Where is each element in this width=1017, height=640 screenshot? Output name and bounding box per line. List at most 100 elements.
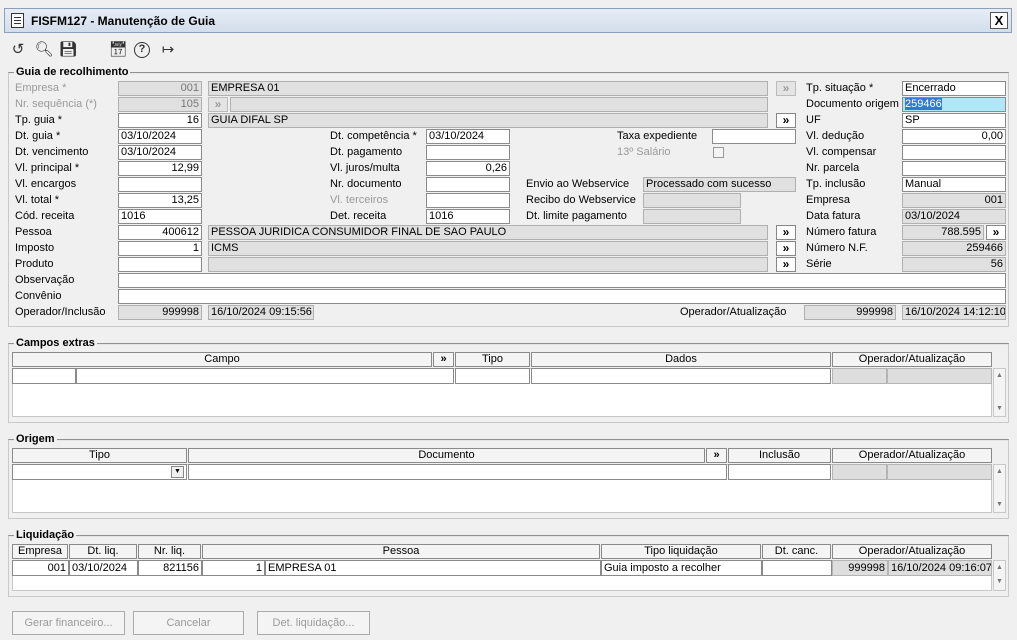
campo-lookup-header[interactable]: » <box>433 352 454 367</box>
liq-dt-liq-cell[interactable]: 03/10/2024 <box>69 560 138 576</box>
observacao-field[interactable] <box>118 273 1006 288</box>
dt-pagamento-field[interactable] <box>426 145 510 160</box>
help-icon[interactable]: ? <box>134 42 150 58</box>
nr-documento-field[interactable] <box>426 177 510 192</box>
liq-dt-liq-header[interactable]: Dt. liq. <box>69 544 137 559</box>
origem-scrollbar[interactable]: ▲ ▼ <box>993 464 1006 513</box>
scroll-down-icon[interactable]: ▼ <box>994 498 1005 512</box>
det-receita-field[interactable]: 1016 <box>426 209 510 224</box>
vl-juros-multa-field[interactable]: 0,26 <box>426 161 510 176</box>
liq-pessoa-header[interactable]: Pessoa <box>202 544 600 559</box>
pessoa-lookup-button[interactable]: » <box>776 225 796 240</box>
empresa-lookup-button[interactable]: » <box>776 81 796 96</box>
origem-lookup-header[interactable]: » <box>706 448 727 463</box>
decimo-terceiro-checkbox[interactable] <box>713 147 724 158</box>
close-button[interactable]: X <box>990 12 1008 29</box>
scroll-up-icon[interactable]: ▲ <box>994 465 1005 479</box>
det-liquidacao-button[interactable]: Det. liquidação... <box>257 611 370 635</box>
tp-guia-code-field[interactable]: 16 <box>118 113 202 128</box>
produto-lookup-button[interactable]: » <box>776 257 796 272</box>
tp-guia-lookup-button[interactable]: » <box>776 113 796 128</box>
nr-sequencia-field[interactable]: 105 <box>118 97 202 112</box>
vl-juros-multa-label: Vl. juros/multa <box>330 162 400 174</box>
tp-inclusao-field[interactable]: Manual <box>902 177 1006 192</box>
dt-competencia-field[interactable]: 03/10/2024 <box>426 129 510 144</box>
undo-icon[interactable]: ↺ <box>8 40 28 60</box>
empresa-right-label: Empresa <box>806 194 851 206</box>
vl-encargos-field[interactable] <box>118 177 202 192</box>
pessoa-code-field[interactable]: 400612 <box>118 225 202 240</box>
origem-tipo-header[interactable]: Tipo <box>12 448 187 463</box>
campo-column-header[interactable]: Campo <box>12 352 432 367</box>
origem-operador-header[interactable]: Operador/Atualização <box>832 448 992 463</box>
liq-dt-canc-header[interactable]: Dt. canc. <box>762 544 831 559</box>
scroll-up-icon[interactable]: ▲ <box>994 561 1005 576</box>
liq-empresa-cell[interactable]: 001 <box>12 560 69 576</box>
liq-pessoa-name-cell[interactable]: EMPRESA 01 <box>265 560 601 576</box>
tp-situacao-field[interactable]: Encerrado <box>902 81 1006 96</box>
data-fatura-field: 03/10/2024 <box>902 209 1006 224</box>
liq-nr-liq-header[interactable]: Nr. liq. <box>138 544 201 559</box>
campo-desc-cell[interactable] <box>76 368 454 384</box>
origem-documento-header[interactable]: Documento <box>188 448 705 463</box>
tipo-cell[interactable] <box>455 368 530 384</box>
liq-dt-canc-cell[interactable] <box>762 560 832 576</box>
liq-nr-liq-cell[interactable]: 821156 <box>138 560 202 576</box>
liq-operador-header[interactable]: Operador/Atualização <box>832 544 992 559</box>
numero-fatura-field: 788.595 <box>902 225 984 240</box>
vl-terceiros-label: Vl. terceiros <box>330 194 389 206</box>
origem-inclusao-header[interactable]: Inclusão <box>728 448 831 463</box>
vl-principal-field[interactable]: 12,99 <box>118 161 202 176</box>
convenio-field[interactable] <box>118 289 1006 304</box>
origem-tipo-select[interactable] <box>12 464 187 480</box>
empresa-code-field[interactable]: 001 <box>118 81 202 96</box>
tipo-column-header[interactable]: Tipo <box>455 352 530 367</box>
scroll-down-icon[interactable]: ▼ <box>994 402 1005 416</box>
documento-origem-field[interactable]: 259466 <box>902 97 1006 112</box>
exit-icon[interactable]: ↦ <box>158 40 178 60</box>
operador-atualizacao-label: Operador/Atualização <box>680 306 787 318</box>
nr-parcela-field[interactable] <box>902 161 1006 176</box>
empresa-right-field: 001 <box>902 193 1006 208</box>
dt-vencimento-field[interactable]: 03/10/2024 <box>118 145 202 160</box>
imposto-code-field[interactable]: 1 <box>118 241 202 256</box>
imposto-lookup-button[interactable]: » <box>776 241 796 256</box>
operador-atualizacao-datetime-field: 16/10/2024 14:12:10 <box>902 305 1006 320</box>
save-icon[interactable]: 💾︎ <box>58 40 78 60</box>
operador-column-header[interactable]: Operador/Atualização <box>832 352 992 367</box>
campo-code-cell[interactable] <box>12 368 76 384</box>
produto-label: Produto <box>15 258 54 270</box>
dados-cell[interactable] <box>531 368 831 384</box>
numero-fatura-lookup-button[interactable]: » <box>986 225 1006 240</box>
calendar-icon[interactable]: 📅︎ <box>108 40 128 60</box>
cancelar-button[interactable]: Cancelar <box>133 611 244 635</box>
vl-deducao-field[interactable]: 0,00 <box>902 129 1006 144</box>
taxa-expediente-field[interactable] <box>712 129 796 144</box>
dt-guia-field[interactable]: 03/10/2024 <box>118 129 202 144</box>
produto-code-field[interactable] <box>118 257 202 272</box>
search-icon[interactable]: 🔍︎ <box>34 40 54 60</box>
origem-inclusao-cell[interactable] <box>728 464 831 480</box>
liq-empresa-header[interactable]: Empresa <box>12 544 68 559</box>
nr-sequencia-lookup-button[interactable]: » <box>208 97 228 112</box>
campos-extras-scrollbar[interactable]: ▲ ▼ <box>993 368 1006 417</box>
produto-name-field <box>208 257 768 272</box>
scroll-up-icon[interactable]: ▲ <box>994 369 1005 383</box>
liq-tipo-liquidacao-cell[interactable]: Guia imposto a recolher <box>601 560 762 576</box>
window-title: FISFM127 - Manutenção de Guia <box>31 14 216 28</box>
chevron-down-icon[interactable]: ▼ <box>171 466 184 478</box>
dados-column-header[interactable]: Dados <box>531 352 831 367</box>
liq-pessoa-code-cell[interactable]: 1 <box>202 560 265 576</box>
gerar-financeiro-button[interactable]: Gerar financeiro... <box>12 611 125 635</box>
operador-inclusao-label: Operador/Inclusão <box>15 306 106 318</box>
origem-documento-cell[interactable] <box>188 464 727 480</box>
decimo-terceiro-label: 13º Salário <box>617 146 671 158</box>
vl-terceiros-field[interactable] <box>426 193 510 208</box>
vl-compensar-field[interactable] <box>902 145 1006 160</box>
liq-tipo-liquidacao-header[interactable]: Tipo liquidação <box>601 544 761 559</box>
liquidacao-scrollbar[interactable]: ▲ ▼ <box>993 560 1006 591</box>
uf-field[interactable]: SP <box>902 113 1006 128</box>
scroll-down-icon[interactable]: ▼ <box>994 575 1005 590</box>
vl-total-field[interactable]: 13,25 <box>118 193 202 208</box>
cod-receita-field[interactable]: 1016 <box>118 209 202 224</box>
